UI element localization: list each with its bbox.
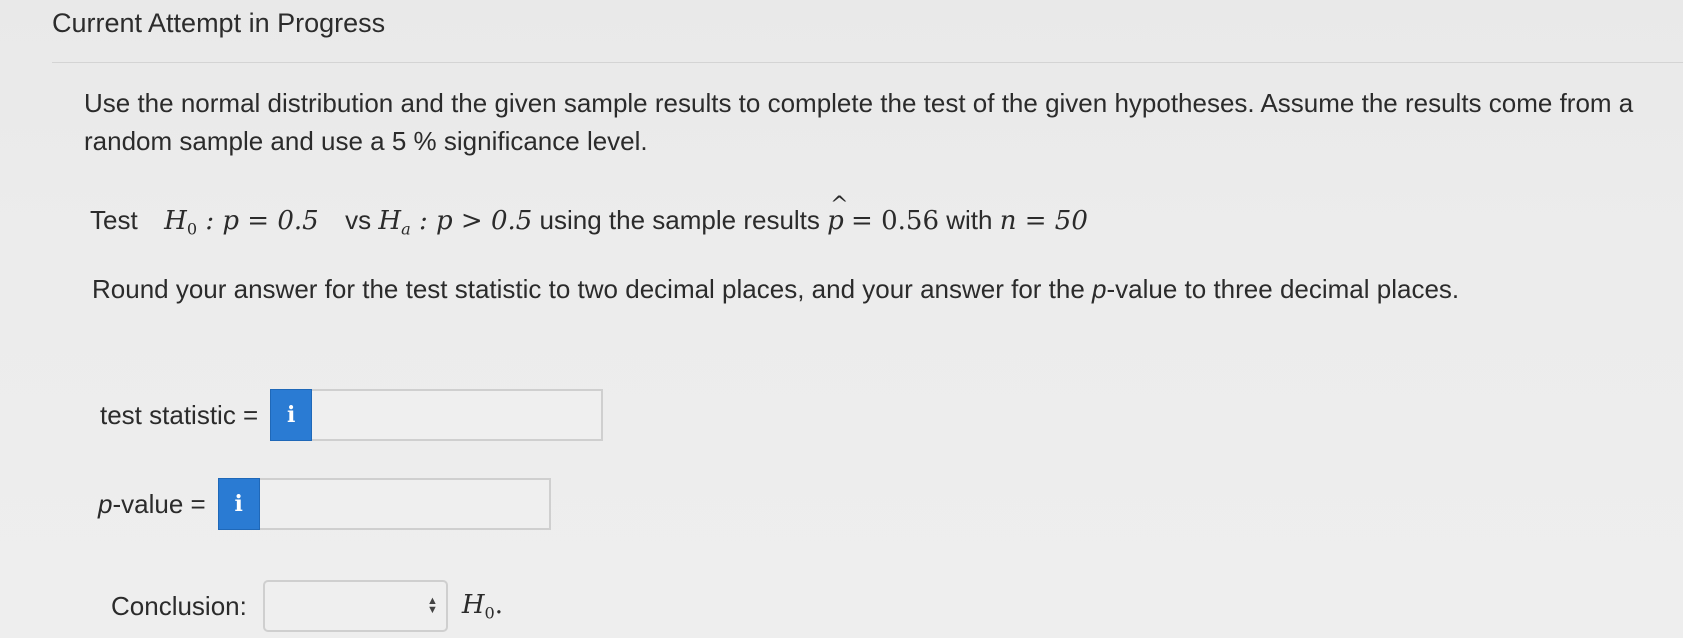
null-hypothesis: H0 : p = 0.5 (164, 206, 319, 239)
question-instructions: Use the normal distribution and the give… (84, 88, 1634, 156)
info-icon[interactable]: i (270, 389, 313, 441)
alternative-hypothesis: Ha : p > 0.5 (378, 206, 533, 239)
test-statistic-label: test statistic = (100, 399, 259, 430)
conclusion-suffix: H0. (461, 589, 504, 623)
hypothesis-middle: using the sample results (539, 205, 820, 235)
conclusion-label: Conclusion: (111, 590, 247, 621)
hypothesis-statement: Test H0 : p = 0.5 vs Ha : p > 0.5 using … (90, 193, 1088, 250)
phat-symbol: ^ p (827, 193, 849, 236)
conclusion-row: Conclusion: ▲ ▼ H0. (111, 580, 503, 632)
p-value-row: p-value = i (98, 478, 551, 530)
rounding-instructions: Round your answer for the test statistic… (92, 274, 1460, 304)
sample-size: n = 50 (999, 206, 1088, 236)
test-statistic-row: test statistic = i (100, 389, 604, 441)
p-value-label: p-value = (98, 488, 206, 519)
info-icon[interactable]: i (217, 478, 260, 530)
p-value-input[interactable] (259, 478, 551, 530)
test-statistic-input[interactable] (312, 389, 604, 441)
hypothesis-lead: Test (90, 205, 138, 235)
conclusion-select[interactable]: ▲ ▼ (262, 580, 448, 632)
page-title: Current Attempt in Progress (52, 8, 386, 38)
updown-arrows-icon: ▲ ▼ (426, 595, 438, 616)
phat-value: = 0.56 (851, 206, 939, 236)
title-divider (52, 62, 1683, 63)
hypothesis-with: with (946, 205, 993, 235)
hypothesis-vs: vs (345, 205, 372, 235)
